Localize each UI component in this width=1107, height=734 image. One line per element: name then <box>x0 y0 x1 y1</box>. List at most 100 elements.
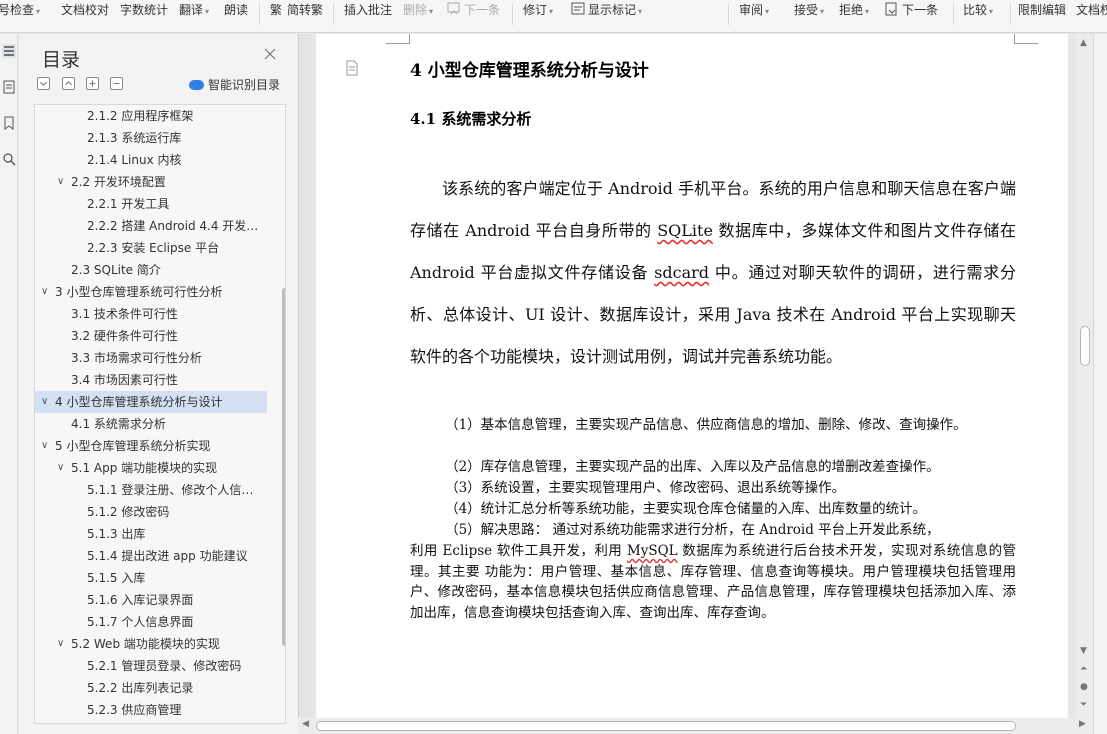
doc-proofread-button[interactable]: 文档校对 <box>61 0 109 22</box>
requirement-item: （5）解决思路： 通过对系统功能需求进行分析，在 Android 平台上开发此系… <box>445 522 940 538</box>
find-icon[interactable] <box>2 152 16 166</box>
toc-item[interactable]: 3.3 市场需求可行性分析 <box>35 347 267 369</box>
next-comment-button[interactable]: 下一条 <box>447 0 500 22</box>
toc-item-label: 3.3 市场需求可行性分析 <box>71 351 202 365</box>
toc-item[interactable]: 2.2.1 开发工具 <box>35 193 267 215</box>
toc-item[interactable]: 3.4 市场因素可行性 <box>35 369 267 391</box>
read-aloud-button[interactable]: 朗读 <box>224 0 248 22</box>
toc-item[interactable]: 5.1.7 个人信息界面 <box>35 611 267 633</box>
insert-comment-button[interactable]: 插入批注 <box>344 0 392 22</box>
toc-item[interactable]: ∨ 2.2 开发环境配置 <box>35 171 267 193</box>
solution-paragraph: 利用 Eclipse 软件工具开发，利用 MySQL 数据库为系统进行后台技术开… <box>410 541 1016 624</box>
toc-item[interactable]: ∨ 5.1 App 端功能模块的实现 <box>35 457 267 479</box>
toc-item[interactable]: 5.1.4 提出改进 app 功能建议 <box>35 545 267 567</box>
delete-comment-button[interactable]: 删除 ▾ <box>403 0 433 22</box>
collapse-all-icon[interactable] <box>37 77 50 90</box>
toc-item[interactable]: ∨ 4 小型仓库管理系统分析与设计 <box>35 391 267 413</box>
bookmark-icon[interactable] <box>2 116 16 130</box>
toc-item[interactable]: 4.1 系统需求分析 <box>35 413 267 435</box>
toc-item-label: 5.1 App 端功能模块的实现 <box>71 461 218 475</box>
vertical-scrollbar[interactable]: ▲ ▼ ⏶ ● ⏷ <box>1076 34 1093 718</box>
toc-item[interactable]: 5.1.5 入库 <box>35 567 267 589</box>
toc-item[interactable]: 2.3 SQLite 简介 <box>35 259 267 281</box>
left-panel-strip <box>0 34 18 734</box>
reject-button[interactable]: 拒绝 ▾ <box>839 0 869 22</box>
scroll-left-icon[interactable]: ◀ <box>302 719 309 729</box>
show-markup-button[interactable]: 显示标记 ▾ <box>571 0 642 22</box>
spelling-flagged-word: sdcard <box>654 263 710 282</box>
spell-check-button[interactable]: 号检查 ▾ <box>0 0 40 22</box>
horizontal-scroll-thumb[interactable] <box>316 721 1016 731</box>
chapter-nav-icon[interactable] <box>2 80 16 94</box>
expand-up-icon[interactable] <box>62 77 75 90</box>
scroll-right-icon[interactable]: ▶ <box>1079 719 1086 729</box>
button-label: 修订 <box>523 3 548 17</box>
document-permission-button[interactable]: 文档权 <box>1076 0 1107 22</box>
toc-item-label: 2.2.3 安装 Eclipse 平台 <box>87 241 220 255</box>
translate-button[interactable]: 翻译 ▾ <box>179 0 209 22</box>
expand-toggle-icon[interactable]: ∨ <box>41 281 48 303</box>
toc-item-label: 2.1.2 应用程序框架 <box>87 109 194 123</box>
vertical-scroll-thumb[interactable] <box>1080 326 1090 366</box>
compare-button[interactable]: 比较 ▾ <box>963 0 993 22</box>
next-page-icon[interactable]: ⏷ <box>1080 700 1087 710</box>
toc-item[interactable]: 5.2.1 管理员登录、修改密码 <box>35 655 267 677</box>
smart-toc-button[interactable]: 智能识别目录 <box>189 76 280 93</box>
select-browse-icon[interactable]: ● <box>1080 682 1088 692</box>
toc-item-label: 3 小型仓库管理系统可行性分析 <box>55 285 223 299</box>
requirement-item: （3）系统设置，主要实现管理用户、修改密码、退出系统等操作。 <box>445 480 846 496</box>
toc-panel-icon[interactable] <box>2 44 16 58</box>
expand-toggle-icon[interactable]: ∨ <box>57 633 64 655</box>
button-label: 号检查 <box>0 3 35 17</box>
toc-item-label: 5.1.4 提出改进 app 功能建议 <box>87 549 248 563</box>
toc-item[interactable]: 3.1 技术条件可行性 <box>35 303 267 325</box>
toc-item[interactable]: 5.1.1 登录注册、修改个人信… <box>35 479 267 501</box>
nav-pane-title: 目录 <box>42 49 81 71</box>
toc-item[interactable]: 5.1.2 修改密码 <box>35 501 267 523</box>
close-icon[interactable] <box>263 47 277 61</box>
next-comment-icon <box>447 2 460 15</box>
remove-heading-icon[interactable] <box>110 77 123 90</box>
toc-item[interactable]: ∨ 5.2 Web 端功能模块的实现 <box>35 633 267 655</box>
toc-item[interactable]: 2.2.2 搭建 Android 4.4 开发… <box>35 215 267 237</box>
toc-item[interactable]: 5.2.2 出库列表记录 <box>35 677 267 699</box>
expand-toggle-icon[interactable]: ∨ <box>41 391 48 413</box>
add-heading-icon[interactable] <box>86 77 99 90</box>
toc-item[interactable]: 2.2.3 安装 Eclipse 平台 <box>35 237 267 259</box>
toolbar-divider <box>728 3 729 25</box>
expand-toggle-icon[interactable]: ∨ <box>57 457 64 479</box>
button-label: 文档校对 <box>61 3 110 17</box>
button-label: 下一条 <box>464 3 501 17</box>
requirement-item: （1）基本信息管理，主要实现产品信息、供应商信息的增加、删除、修改、查询操作。 <box>445 417 967 433</box>
toc-item[interactable]: 2.1.4 Linux 内核 <box>35 149 267 171</box>
word-count-button[interactable]: 字数统计 <box>120 0 168 22</box>
toc-item[interactable]: 3.2 硬件条件可行性 <box>35 325 267 347</box>
toc-item-label: 2.1.4 Linux 内核 <box>87 153 182 167</box>
document-page[interactable]: 4 小型仓库管理系统分析与设计 4.1 系统需求分析 该系统的客户端定位于 An… <box>316 34 1068 718</box>
next-change-button[interactable]: 下一条 <box>885 0 938 22</box>
toc-item[interactable]: 2.1.3 系统运行库 <box>35 127 267 149</box>
track-changes-button[interactable]: 修订 ▾ <box>523 0 553 22</box>
review-pane-button[interactable]: 审阅 ▾ <box>739 0 769 22</box>
pane-splitter[interactable] <box>298 34 312 734</box>
toc-item[interactable]: ∨ 3 小型仓库管理系统可行性分析 <box>35 281 267 303</box>
button-label: 文档权 <box>1076 3 1107 17</box>
horizontal-scrollbar[interactable]: ◀ ▶ <box>298 718 1093 734</box>
toc-item[interactable]: ∨ 5 小型仓库管理系统分析实现 <box>35 435 267 457</box>
toc-item[interactable]: 5.2.3 供应商管理 <box>35 699 267 721</box>
toc-item[interactable]: 5.1.3 出库 <box>35 523 267 545</box>
scroll-up-icon[interactable]: ▲ <box>1080 38 1087 48</box>
expand-toggle-icon[interactable]: ∨ <box>41 435 48 457</box>
restrict-editing-button[interactable]: 限制编辑 <box>1018 0 1066 22</box>
expand-toggle-icon[interactable]: ∨ <box>57 171 64 193</box>
toc-item-label: 2.3 SQLite 简介 <box>71 263 161 277</box>
toc-scrollbar[interactable] <box>282 288 285 646</box>
accept-button[interactable]: 接受 ▾ <box>794 0 824 22</box>
show-markup-icon <box>571 2 585 15</box>
document-options-icon[interactable] <box>344 60 360 76</box>
toc-item[interactable]: 2.1.2 应用程序框架 <box>35 105 267 127</box>
toc-item[interactable]: 5.1.6 入库记录界面 <box>35 589 267 611</box>
scroll-down-icon[interactable]: ▼ <box>1080 646 1087 656</box>
simplified-to-traditional-button[interactable]: 繁简转繁 <box>270 0 323 22</box>
previous-page-icon[interactable]: ⏶ <box>1080 664 1087 674</box>
